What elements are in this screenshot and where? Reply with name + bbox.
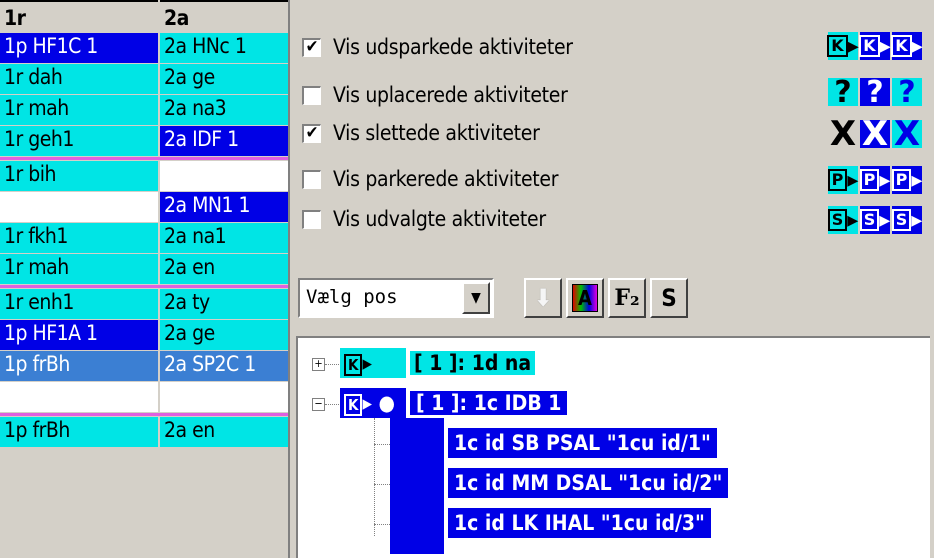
child-icon-column xyxy=(390,418,444,554)
x-icon: X xyxy=(892,114,922,154)
option-label: Vis parkerede aktiviteter xyxy=(333,167,559,191)
grid-cell[interactable]: 1r mah xyxy=(0,254,158,284)
tree-connector xyxy=(325,364,339,365)
tree-child-node[interactable]: 1c id SB PSAL "1cu id/1" xyxy=(448,428,717,458)
option-row[interactable]: Vis uplacerede aktiviteter xyxy=(302,78,568,112)
legend-row-selected: S ▸ S ▸ S ▸ xyxy=(827,206,922,234)
option-label: Vis udsparkede aktiviteter xyxy=(333,35,573,59)
grid-header-2a[interactable]: 2a xyxy=(160,0,288,32)
expand-button[interactable]: + xyxy=(312,358,325,371)
option-row[interactable]: ✔ Vis slettede aktiviteter xyxy=(302,116,540,150)
grid-cell[interactable]: 2a MN1 1 xyxy=(160,192,288,222)
s-label: S xyxy=(661,284,677,312)
grid-cell[interactable]: 1r mah xyxy=(0,95,158,125)
color-a-icon: A xyxy=(572,284,598,312)
legend-row-unplaced: ? ? ? xyxy=(828,75,922,110)
legend-row-parked: P ▸ P ▸ P ▸ xyxy=(827,166,922,194)
grid-cell[interactable]: 2a na1 xyxy=(160,223,288,253)
question-icon: ? xyxy=(860,75,890,110)
activity-tree[interactable]: + K ▸ [ 1 ]: 1d na − K ▸ ● [ 1 ]: 1c IDB 1… xyxy=(296,336,930,558)
grid-cell[interactable]: 1p frBh xyxy=(0,417,158,447)
checkbox[interactable] xyxy=(302,209,321,229)
checkbox[interactable]: ✔ xyxy=(302,37,321,57)
activity-grid[interactable]: 1r 2a 1p HF1C 1 2a HNc 1 1r dah 2a ge 1r… xyxy=(0,0,290,558)
f2-button[interactable]: F₂ xyxy=(608,278,646,318)
select-value: Vælg pos xyxy=(306,286,398,308)
grid-cell[interactable]: 1r bih xyxy=(0,161,158,191)
grid-cell[interactable]: 1r fkh1 xyxy=(0,223,158,253)
grid-cell[interactable]: 1p frBh xyxy=(0,351,158,381)
option-row[interactable]: Vis parkerede aktiviteter xyxy=(302,162,558,196)
option-label: Vis udvalgte aktiviteter xyxy=(333,207,546,231)
question-icon: ? xyxy=(892,75,922,110)
tree-child-node[interactable]: 1c id LK IHAL "1cu id/3" xyxy=(448,508,711,538)
grid-cell[interactable] xyxy=(160,161,288,191)
x-icon: X xyxy=(828,114,858,154)
grid-cell[interactable] xyxy=(0,382,158,412)
grid-header-1r[interactable]: 1r xyxy=(0,0,158,32)
tree-connector xyxy=(374,418,375,536)
option-label: Vis slettede aktiviteter xyxy=(333,121,540,145)
tree-node[interactable]: K ▸ [ 1 ]: 1d na xyxy=(340,348,536,378)
download-icon: ⬇ xyxy=(533,284,553,312)
grid-cell[interactable]: 1p HF1A 1 xyxy=(0,320,158,350)
chevron-down-icon: ▼ xyxy=(471,290,481,306)
grid-cell[interactable] xyxy=(0,192,158,222)
s-button[interactable]: S xyxy=(650,278,688,318)
selected-icon: S ▸ xyxy=(891,206,922,234)
position-select[interactable]: Vælg pos ▼ xyxy=(298,278,494,318)
parked-icon: P ▸ xyxy=(827,166,858,194)
option-row[interactable]: ✔ Vis udsparkede aktiviteter xyxy=(302,30,573,64)
row-separator xyxy=(0,157,288,160)
parked-icon: P ▸ xyxy=(859,166,890,194)
kicked-icon: K ▸ xyxy=(827,32,859,60)
tree-connector xyxy=(325,404,339,405)
grid-cell[interactable]: 1r dah xyxy=(0,64,158,94)
grid-cell[interactable]: 2a IDF 1 xyxy=(160,126,288,156)
checkbox[interactable]: ✔ xyxy=(302,123,321,143)
grid-cell[interactable]: 1p HF1C 1 xyxy=(0,33,158,63)
collapse-button[interactable]: − xyxy=(312,398,325,411)
selected-icon: S ▸ xyxy=(827,206,858,234)
grid-cell[interactable]: 1r geh1 xyxy=(0,126,158,156)
row-separator xyxy=(0,413,288,416)
grid-cell[interactable]: 2a HNc 1 xyxy=(160,33,288,63)
tree-node-selected[interactable]: K ▸ ● [ 1 ]: 1c IDB 1 xyxy=(340,388,568,418)
checkbox[interactable] xyxy=(302,85,321,105)
options-panel: ✔ Vis udsparkede aktiviteter Vis uplacer… xyxy=(290,0,934,558)
download-button[interactable]: ⬇ xyxy=(524,278,562,318)
legend-row-kicked: K ▸ K ▸ K ▸ xyxy=(827,32,923,60)
checkbox[interactable] xyxy=(302,169,321,189)
question-icon: ? xyxy=(828,75,858,110)
tree-connector xyxy=(374,444,390,445)
selected-icon: S ▸ xyxy=(859,206,890,234)
tree-node-label: [ 1 ]: 1d na xyxy=(410,351,536,375)
tree-child-node[interactable]: 1c id MM DSAL "1cu id/2" xyxy=(448,468,729,498)
option-row[interactable]: Vis udvalgte aktiviteter xyxy=(302,202,546,236)
x-icon: X xyxy=(860,114,890,154)
option-label: Vis uplacerede aktiviteter xyxy=(333,83,568,107)
grid-cell[interactable]: 2a SP2C 1 xyxy=(160,351,288,381)
grid-cell[interactable]: 2a ge xyxy=(160,320,288,350)
kicked-icon: K ▸ xyxy=(859,32,891,60)
tree-connector xyxy=(374,524,390,525)
grid-cell[interactable]: 2a ty xyxy=(160,289,288,319)
grid-cell[interactable]: 2a ge xyxy=(160,64,288,94)
kicked-icon: K ▸ ● xyxy=(340,388,406,418)
color-a-button[interactable]: A xyxy=(566,278,604,318)
kicked-icon: K ▸ xyxy=(891,32,923,60)
tree-connector xyxy=(374,484,390,485)
grid-cell[interactable]: 2a en xyxy=(160,254,288,284)
kicked-icon: K ▸ xyxy=(340,348,406,378)
dropdown-arrow-button[interactable]: ▼ xyxy=(462,282,490,314)
grid-cell[interactable] xyxy=(160,382,288,412)
tree-node-label: [ 1 ]: 1c IDB 1 xyxy=(410,391,568,415)
grid-cell[interactable]: 2a na3 xyxy=(160,95,288,125)
grid-cell[interactable]: 2a en xyxy=(160,417,288,447)
row-separator xyxy=(0,285,288,288)
legend-row-deleted: X X X xyxy=(828,114,922,154)
f2-label: F₂ xyxy=(614,285,640,311)
grid-cell[interactable]: 1r enh1 xyxy=(0,289,158,319)
parked-icon: P ▸ xyxy=(891,166,922,194)
